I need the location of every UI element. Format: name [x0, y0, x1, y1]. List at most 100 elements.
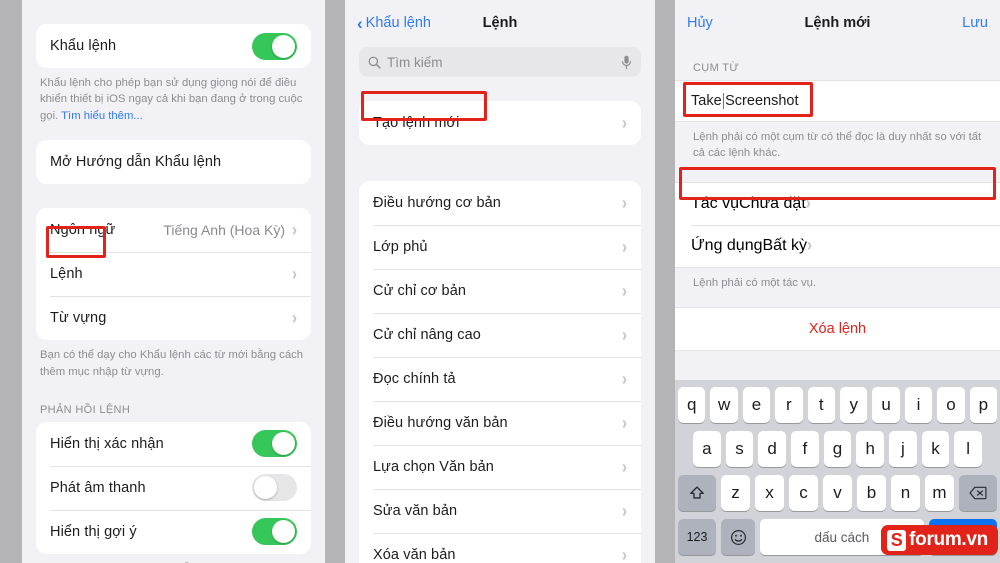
switch-knob: [272, 432, 295, 456]
row-label: Hiển thị xác nhận: [50, 435, 164, 452]
chevron-right-icon: ›: [806, 235, 812, 257]
key-t[interactable]: t: [807, 387, 835, 423]
screenshot-stage: Khẩu lệnh Khẩu lệnh cho phép bạn sử dụng…: [0, 0, 1000, 563]
keyboard-row-2: a s d f g h j k l: [678, 431, 997, 467]
list-item[interactable]: Đọc chính tả ›: [359, 357, 641, 401]
list-item[interactable]: Cử chỉ cơ bản ›: [359, 269, 641, 313]
guide-group: Mở Hướng dẫn Khẩu lệnh: [36, 140, 311, 185]
row-show-hints[interactable]: Hiển thị gợi ý: [36, 509, 311, 554]
list-item[interactable]: Cử chỉ nâng cao ›: [359, 313, 641, 357]
emoji-icon[interactable]: [721, 519, 755, 555]
chevron-right-icon: ›: [622, 544, 627, 563]
key-n[interactable]: n: [891, 475, 920, 511]
row-label: Tác vụ: [691, 194, 740, 212]
sforum-watermark: S forum.vn: [881, 525, 998, 555]
key-g[interactable]: g: [823, 431, 852, 467]
search-bar[interactable]: Tìm kiếm: [359, 47, 641, 77]
list-item[interactable]: Sửa văn bản ›: [359, 489, 641, 533]
key-y[interactable]: y: [840, 387, 868, 423]
chevron-right-icon: ›: [292, 263, 297, 285]
list-item[interactable]: Lớp phủ ›: [359, 225, 641, 269]
phrase-input[interactable]: Take Screenshot: [675, 80, 1000, 122]
keyboard-row-3: z x c v b n m: [678, 475, 997, 511]
row-label: Khẩu lệnh: [50, 38, 117, 54]
category-label: Lớp phủ: [373, 239, 428, 255]
key-p[interactable]: p: [969, 387, 998, 423]
key-f[interactable]: f: [791, 431, 819, 467]
key-v[interactable]: v: [823, 475, 852, 511]
watermark-text: forum.vn: [909, 529, 988, 550]
list-item[interactable]: Điều hướng cơ bản ›: [359, 181, 641, 225]
list-item[interactable]: Lựa chọn Văn bản ›: [359, 445, 641, 489]
key-s[interactable]: s: [725, 431, 754, 467]
key-q[interactable]: q: [677, 387, 706, 423]
play-sound-switch[interactable]: [252, 474, 297, 502]
key-o[interactable]: o: [937, 387, 965, 423]
page-title: Lệnh mới: [804, 15, 871, 31]
search-icon: [368, 56, 381, 69]
category-label: Đọc chính tả: [373, 371, 456, 387]
category-label: Lựa chọn Văn bản: [373, 459, 494, 475]
key-w[interactable]: w: [710, 387, 738, 423]
row-label: Từ vựng: [50, 310, 107, 327]
feedback-group: Hiển thị xác nhận Phát âm thanh Hiển thị…: [36, 421, 311, 554]
key-e[interactable]: e: [742, 387, 771, 423]
phrase-footnote: Lệnh phải có một cụm từ có thể đọc là du…: [693, 131, 982, 160]
key-b[interactable]: b: [857, 475, 886, 511]
key-j[interactable]: j: [889, 431, 917, 467]
watermark-logo-mark: S: [887, 529, 907, 551]
row-language[interactable]: Ngôn ngữ Tiếng Anh (Hoa Kỳ) ›: [36, 208, 311, 253]
action-group: Tác vụ Chưa đặt › Ứng dụng Bất kỳ ›: [675, 181, 1000, 268]
switch-knob: [272, 520, 295, 544]
backspace-icon[interactable]: [959, 475, 997, 511]
key-u[interactable]: u: [872, 387, 900, 423]
shift-icon[interactable]: [678, 475, 716, 511]
panel-new-command: Hủy Lệnh mới Lưu CỤM TỪ Take Screenshot …: [675, 0, 1000, 563]
row-play-sound[interactable]: Phát âm thanh: [36, 465, 311, 510]
key-i[interactable]: i: [904, 387, 933, 423]
list-item[interactable]: Xóa văn bản ›: [359, 533, 641, 563]
key-h[interactable]: h: [856, 431, 885, 467]
list-item[interactable]: Điều hướng văn bản ›: [359, 401, 641, 445]
left-edge-band: [0, 0, 22, 563]
row-commands[interactable]: Lệnh ›: [36, 252, 311, 297]
row-open-guide[interactable]: Mở Hướng dẫn Khẩu lệnh: [36, 140, 311, 185]
create-command-group: Tạo lệnh mới ›: [359, 101, 641, 145]
learn-more-link[interactable]: Tìm hiểu thêm...: [61, 110, 143, 122]
category-label: Xóa văn bản: [373, 547, 456, 563]
switch-knob: [254, 476, 277, 500]
row-value: Bất kỳ: [762, 236, 807, 254]
row-create-new-command[interactable]: Tạo lệnh mới ›: [359, 101, 641, 145]
voice-control-switch[interactable]: [252, 32, 297, 60]
row-vocabulary[interactable]: Từ vựng ›: [36, 296, 311, 341]
key-a[interactable]: a: [692, 431, 721, 467]
show-hints-switch[interactable]: [252, 518, 297, 546]
search-placeholder: Tìm kiếm: [387, 54, 443, 70]
microphone-icon[interactable]: [621, 55, 632, 70]
key-r[interactable]: r: [775, 387, 803, 423]
keyboard-row-1: q w e r t y u i o p: [677, 387, 998, 423]
key-d[interactable]: d: [758, 431, 786, 467]
row-show-confirmation[interactable]: Hiển thị xác nhận: [36, 421, 311, 466]
key-c[interactable]: c: [789, 475, 818, 511]
numbers-key[interactable]: 123: [678, 519, 716, 555]
open-guide-label: Mở Hướng dẫn Khẩu lệnh: [50, 154, 222, 171]
chevron-right-icon: ›: [805, 193, 811, 215]
row-delete-command[interactable]: Xóa lệnh: [675, 308, 1000, 351]
row-label: Ngôn ngữ: [50, 222, 116, 239]
phrase-section-header: CỤM TỪ: [693, 62, 740, 74]
row-voice-control-toggle[interactable]: Khẩu lệnh: [36, 24, 311, 68]
row-action[interactable]: Tác vụ Chưa đặt ›: [675, 182, 1000, 225]
row-application[interactable]: Ứng dụng Bất kỳ ›: [675, 224, 1000, 267]
key-k[interactable]: k: [921, 431, 950, 467]
chevron-right-icon: ›: [622, 112, 627, 134]
action-footnote: Lệnh phải có một tác vụ.: [693, 276, 817, 289]
key-x[interactable]: x: [755, 475, 784, 511]
key-z[interactable]: z: [721, 475, 750, 511]
category-label: Cử chỉ nâng cao: [373, 327, 481, 343]
key-l[interactable]: l: [954, 431, 983, 467]
phrase-text-after: Screenshot: [725, 93, 799, 109]
commands-footnote: Bạn có thể dạy cho Khẩu lệnh các từ mới …: [40, 349, 304, 378]
show-confirmation-switch[interactable]: [252, 430, 297, 458]
key-m[interactable]: m: [925, 475, 954, 511]
